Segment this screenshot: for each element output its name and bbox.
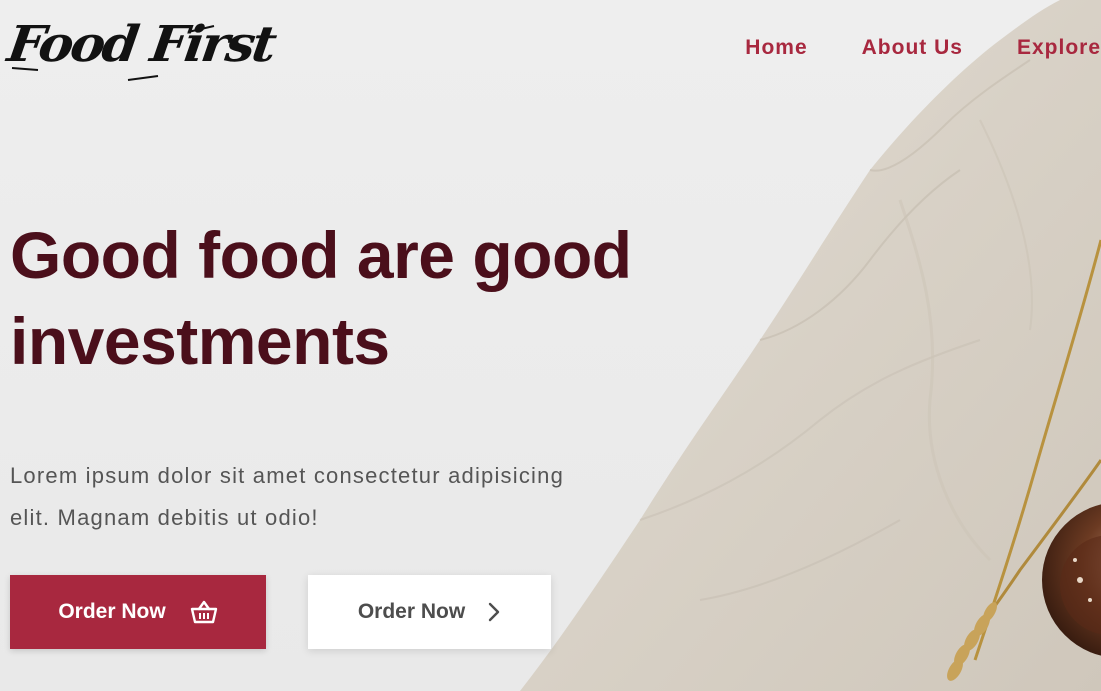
basket-icon — [190, 600, 218, 624]
main-nav: Home About Us Explore — [745, 30, 1101, 66]
chevron-right-icon — [487, 602, 501, 622]
logo-wordmark: Food First — [3, 15, 278, 74]
hero-description: Lorem ipsum dolor sit amet consectetur a… — [10, 455, 660, 539]
hero-title: Good food are good investments — [10, 212, 710, 384]
order-now-button-label: Order Now — [58, 600, 166, 623]
order-now-secondary-label: Order Now — [357, 600, 466, 623]
nav-link-explore[interactable]: Explore — [1017, 36, 1101, 60]
order-now-secondary-button[interactable]: Order Now — [308, 575, 551, 649]
hero-title-line-2: investments — [10, 304, 390, 378]
hero-title-line-1: Good food are good — [10, 218, 632, 292]
nav-link-about-us[interactable]: About Us — [862, 36, 963, 60]
brand-logo[interactable]: Food First — [4, 10, 277, 90]
hero-description-line-2: elit. Magnam debitis ut odio! — [10, 505, 319, 530]
hero-description-line-1: Lorem ipsum dolor sit amet consectetur a… — [10, 463, 565, 488]
nav-link-home[interactable]: Home — [745, 36, 807, 60]
order-now-button[interactable]: Order Now — [10, 575, 266, 649]
